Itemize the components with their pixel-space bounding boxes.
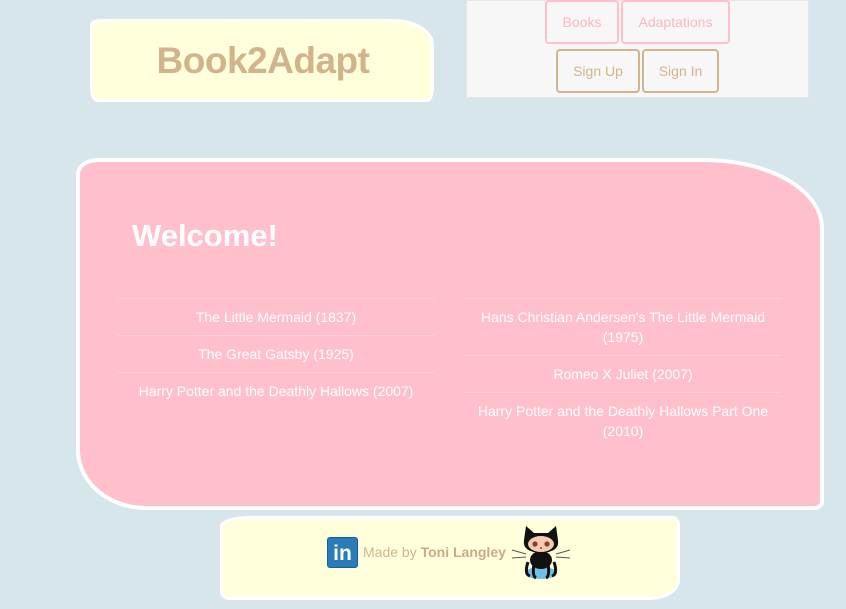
author-name: Toni Langley: [420, 544, 506, 560]
site-logo[interactable]: Book2Adapt: [157, 40, 370, 82]
made-by-text: Made by Toni Langley: [363, 544, 506, 560]
adaptation-item[interactable]: Romeo X Juliet (2007): [464, 356, 782, 393]
github-octocat-icon[interactable]: [508, 520, 574, 584]
books-list: The Little Mermaid (1837) The Great Gats…: [118, 298, 434, 409]
logo-banner: Book2Adapt: [90, 19, 434, 102]
made-by-label: Made by: [363, 544, 417, 560]
sign-up-button[interactable]: Sign Up: [556, 49, 640, 93]
book-item[interactable]: The Little Mermaid (1837): [118, 299, 434, 336]
book-item[interactable]: Harry Potter and the Deathly Hallows (20…: [118, 373, 434, 409]
adaptations-button[interactable]: Adaptations: [621, 0, 730, 44]
adaptations-list: Hans Christian Andersen's The Little Mer…: [464, 298, 782, 449]
books-button[interactable]: Books: [545, 0, 619, 44]
welcome-heading: Welcome!: [132, 218, 278, 253]
linkedin-icon[interactable]: in: [327, 537, 358, 568]
adaptation-item[interactable]: Harry Potter and the Deathly Hallows Par…: [464, 393, 782, 449]
adaptation-item[interactable]: Hans Christian Andersen's The Little Mer…: [464, 299, 782, 356]
sign-in-button[interactable]: Sign In: [642, 49, 719, 93]
book-item[interactable]: The Great Gatsby (1925): [118, 336, 434, 373]
